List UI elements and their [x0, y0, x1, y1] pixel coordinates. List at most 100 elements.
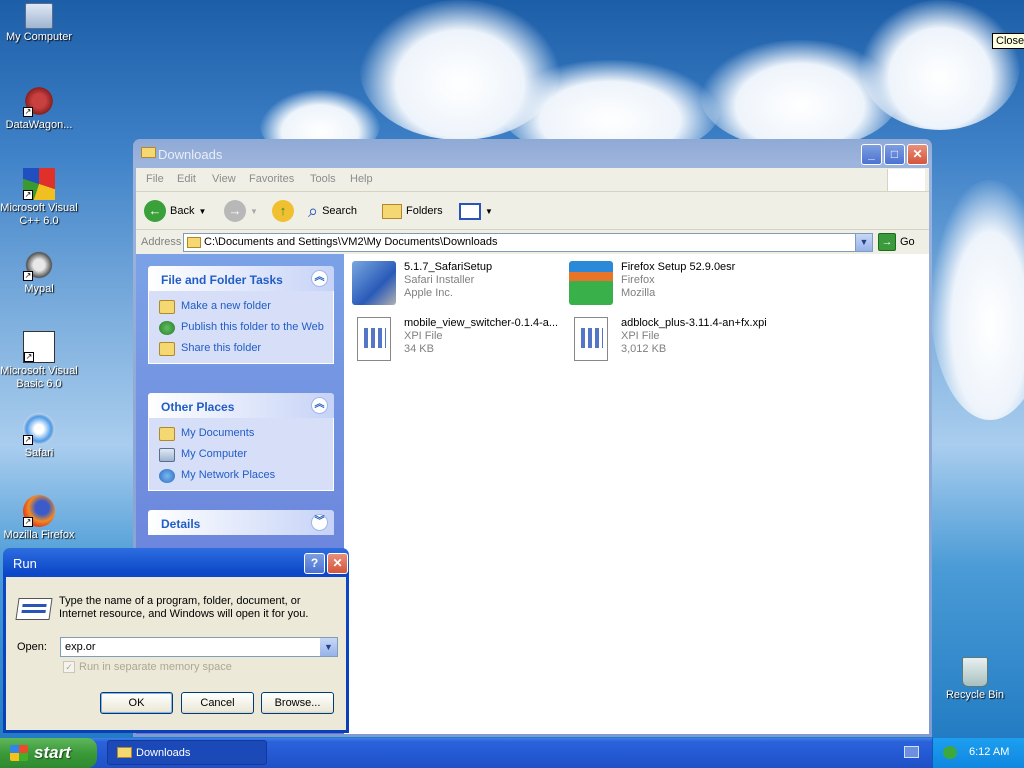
file-list: 5.1.7_SafariSetup Safari Installer Apple… — [344, 254, 929, 734]
my-computer-icon — [159, 448, 175, 462]
search-button[interactable]: ⌕ Search — [308, 197, 357, 225]
open-input[interactable]: exp.or ▼ — [60, 637, 338, 657]
panel-header[interactable]: File and Folder Tasks ︽ — [148, 266, 334, 291]
file-item[interactable]: adblock_plus-3.11.4-an+fx.xpi XPI File 3… — [565, 314, 780, 364]
ok-button[interactable]: OK — [100, 692, 173, 714]
place-label: My Computer — [181, 448, 248, 460]
expand-chevron-icon[interactable]: ︾ — [311, 514, 328, 531]
toolbar: ← Back ▼ → ▼ ↑ ⌕ Search Folders ▼ — [136, 192, 929, 230]
firefox-icon: ↗ — [23, 495, 55, 527]
collapse-chevron-icon[interactable]: ︽ — [311, 397, 328, 414]
visual-cpp-icon: ↗ — [23, 168, 55, 200]
search-icon: ⌕ — [308, 200, 319, 221]
task-make-new-folder[interactable]: Make a new folder — [159, 300, 327, 314]
desktop-icon-label: Safari — [24, 447, 54, 459]
close-tooltip: Close — [992, 33, 1024, 49]
maximize-button[interactable]: □ — [884, 144, 905, 165]
windows-logo-icon — [887, 169, 925, 191]
browse-button[interactable]: Browse... — [261, 692, 334, 714]
address-input[interactable]: C:\Documents and Settings\VM2\My Documen… — [183, 233, 873, 252]
new-folder-icon — [159, 300, 175, 314]
chevron-down-icon[interactable]: ▼ — [855, 234, 872, 251]
xpi-file-icon — [352, 317, 396, 361]
place-my-documents[interactable]: My Documents — [159, 427, 327, 441]
menu-favorites[interactable]: Favorites — [249, 173, 294, 185]
folder-icon — [187, 237, 201, 248]
run-icon — [15, 598, 53, 620]
desktop-icon-safari[interactable]: ↗ Safari — [0, 413, 78, 460]
run-body: Type the name of a program, folder, docu… — [6, 577, 346, 730]
file-name: 5.1.7_SafariSetup — [404, 261, 493, 273]
back-button[interactable]: ← Back ▼ — [144, 197, 206, 225]
views-icon — [459, 202, 481, 220]
folders-icon — [382, 203, 402, 219]
menu-help[interactable]: Help — [350, 173, 373, 185]
desktop-icon-my-computer[interactable]: My Computer — [0, 3, 78, 44]
menu-edit[interactable]: Edit — [177, 173, 196, 185]
up-folder-button[interactable]: ↑ — [272, 197, 294, 225]
menu-file[interactable]: File — [146, 173, 164, 185]
keyboard-icon[interactable] — [904, 746, 919, 758]
desktop-icon-visual-basic[interactable]: ↗ Microsoft Visual Basic 6.0 — [0, 331, 78, 391]
file-type: Safari Installer — [404, 274, 475, 286]
menu-tools[interactable]: Tools — [310, 173, 336, 185]
checkbox-label: Run in separate memory space — [79, 661, 232, 673]
window-title: Downloads — [158, 147, 223, 162]
close-button[interactable]: ✕ — [907, 144, 928, 165]
minimize-button[interactable]: _ — [861, 144, 882, 165]
start-button[interactable]: start — [0, 738, 97, 768]
cancel-button[interactable]: Cancel — [181, 692, 254, 714]
desktop-icon-label: Mozilla Firefox — [3, 529, 75, 541]
panel-header[interactable]: Details ︾ — [148, 510, 334, 535]
menu-bar: File Edit View Favorites Tools Help — [136, 168, 929, 192]
place-my-computer[interactable]: My Computer — [159, 448, 327, 462]
run-titlebar[interactable]: Run ? ✕ — [6, 548, 348, 577]
help-button[interactable]: ? — [304, 553, 325, 574]
back-arrow-icon: ← — [144, 200, 166, 222]
folders-button[interactable]: Folders — [382, 197, 443, 225]
open-label: Open: — [17, 641, 47, 653]
panel-title: Details — [161, 517, 201, 531]
share-folder-icon — [159, 342, 175, 356]
place-label: My Network Places — [181, 469, 276, 481]
desktop-icon-label: Microsoft Visual C++ 6.0 — [0, 202, 78, 227]
desktop-icon-visual-cpp[interactable]: ↗ Microsoft Visual C++ 6.0 — [0, 168, 78, 228]
menu-view[interactable]: View — [212, 173, 236, 185]
close-button[interactable]: ✕ — [327, 553, 348, 574]
file-company: Mozilla — [621, 287, 656, 299]
desktop-icon-label: DataWagon... — [5, 119, 73, 131]
desktop-icon-recycle-bin[interactable]: Recycle Bin — [935, 657, 1015, 702]
file-item[interactable]: 5.1.7_SafariSetup Safari Installer Apple… — [348, 258, 563, 308]
panel-title: File and Folder Tasks — [161, 273, 283, 287]
safari-icon: ↗ — [23, 413, 55, 445]
explorer-titlebar[interactable]: Downloads _ □ ✕ — [136, 139, 929, 168]
chevron-down-icon[interactable]: ▼ — [198, 207, 206, 216]
collapse-chevron-icon[interactable]: ︽ — [311, 270, 328, 287]
desktop-icon-mypal[interactable]: ↗ Mypal — [0, 249, 78, 296]
views-button[interactable]: ▼ — [459, 197, 493, 225]
taskbar-item-downloads[interactable]: Downloads — [107, 740, 267, 765]
mypal-icon: ↗ — [23, 249, 55, 281]
other-places-panel: Other Places ︽ My Documents My Computer … — [148, 393, 334, 491]
forward-button[interactable]: → ▼ — [224, 197, 258, 225]
task-share-folder[interactable]: Share this folder — [159, 342, 327, 356]
chevron-down-icon[interactable]: ▼ — [320, 638, 337, 656]
task-label: Publish this folder to the Web — [181, 321, 324, 333]
go-button[interactable]: → Go — [878, 233, 915, 251]
desktop-icon-firefox[interactable]: ↗ Mozilla Firefox — [0, 495, 78, 542]
file-item[interactable]: mobile_view_switcher-0.1.4-a... XPI File… — [348, 314, 563, 364]
panel-header[interactable]: Other Places ︽ — [148, 393, 334, 418]
open-input-value: exp.or — [65, 641, 96, 653]
task-label: Share this folder — [181, 342, 262, 354]
chevron-down-icon: ▼ — [485, 206, 493, 216]
file-company: Apple Inc. — [404, 287, 453, 299]
clock[interactable]: 6:12 AM — [969, 746, 1009, 758]
file-item[interactable]: Firefox Setup 52.9.0esr Firefox Mozilla — [565, 258, 780, 308]
back-label: Back — [170, 205, 195, 217]
visual-basic-icon: ↗ — [23, 331, 55, 363]
up-arrow-icon: ↑ — [272, 200, 294, 222]
place-my-network-places[interactable]: My Network Places — [159, 469, 327, 483]
desktop-icon-datawagon[interactable]: ↗ DataWagon... — [0, 85, 78, 132]
network-icon[interactable] — [943, 746, 957, 759]
task-publish-web[interactable]: Publish this folder to the Web — [159, 321, 327, 335]
